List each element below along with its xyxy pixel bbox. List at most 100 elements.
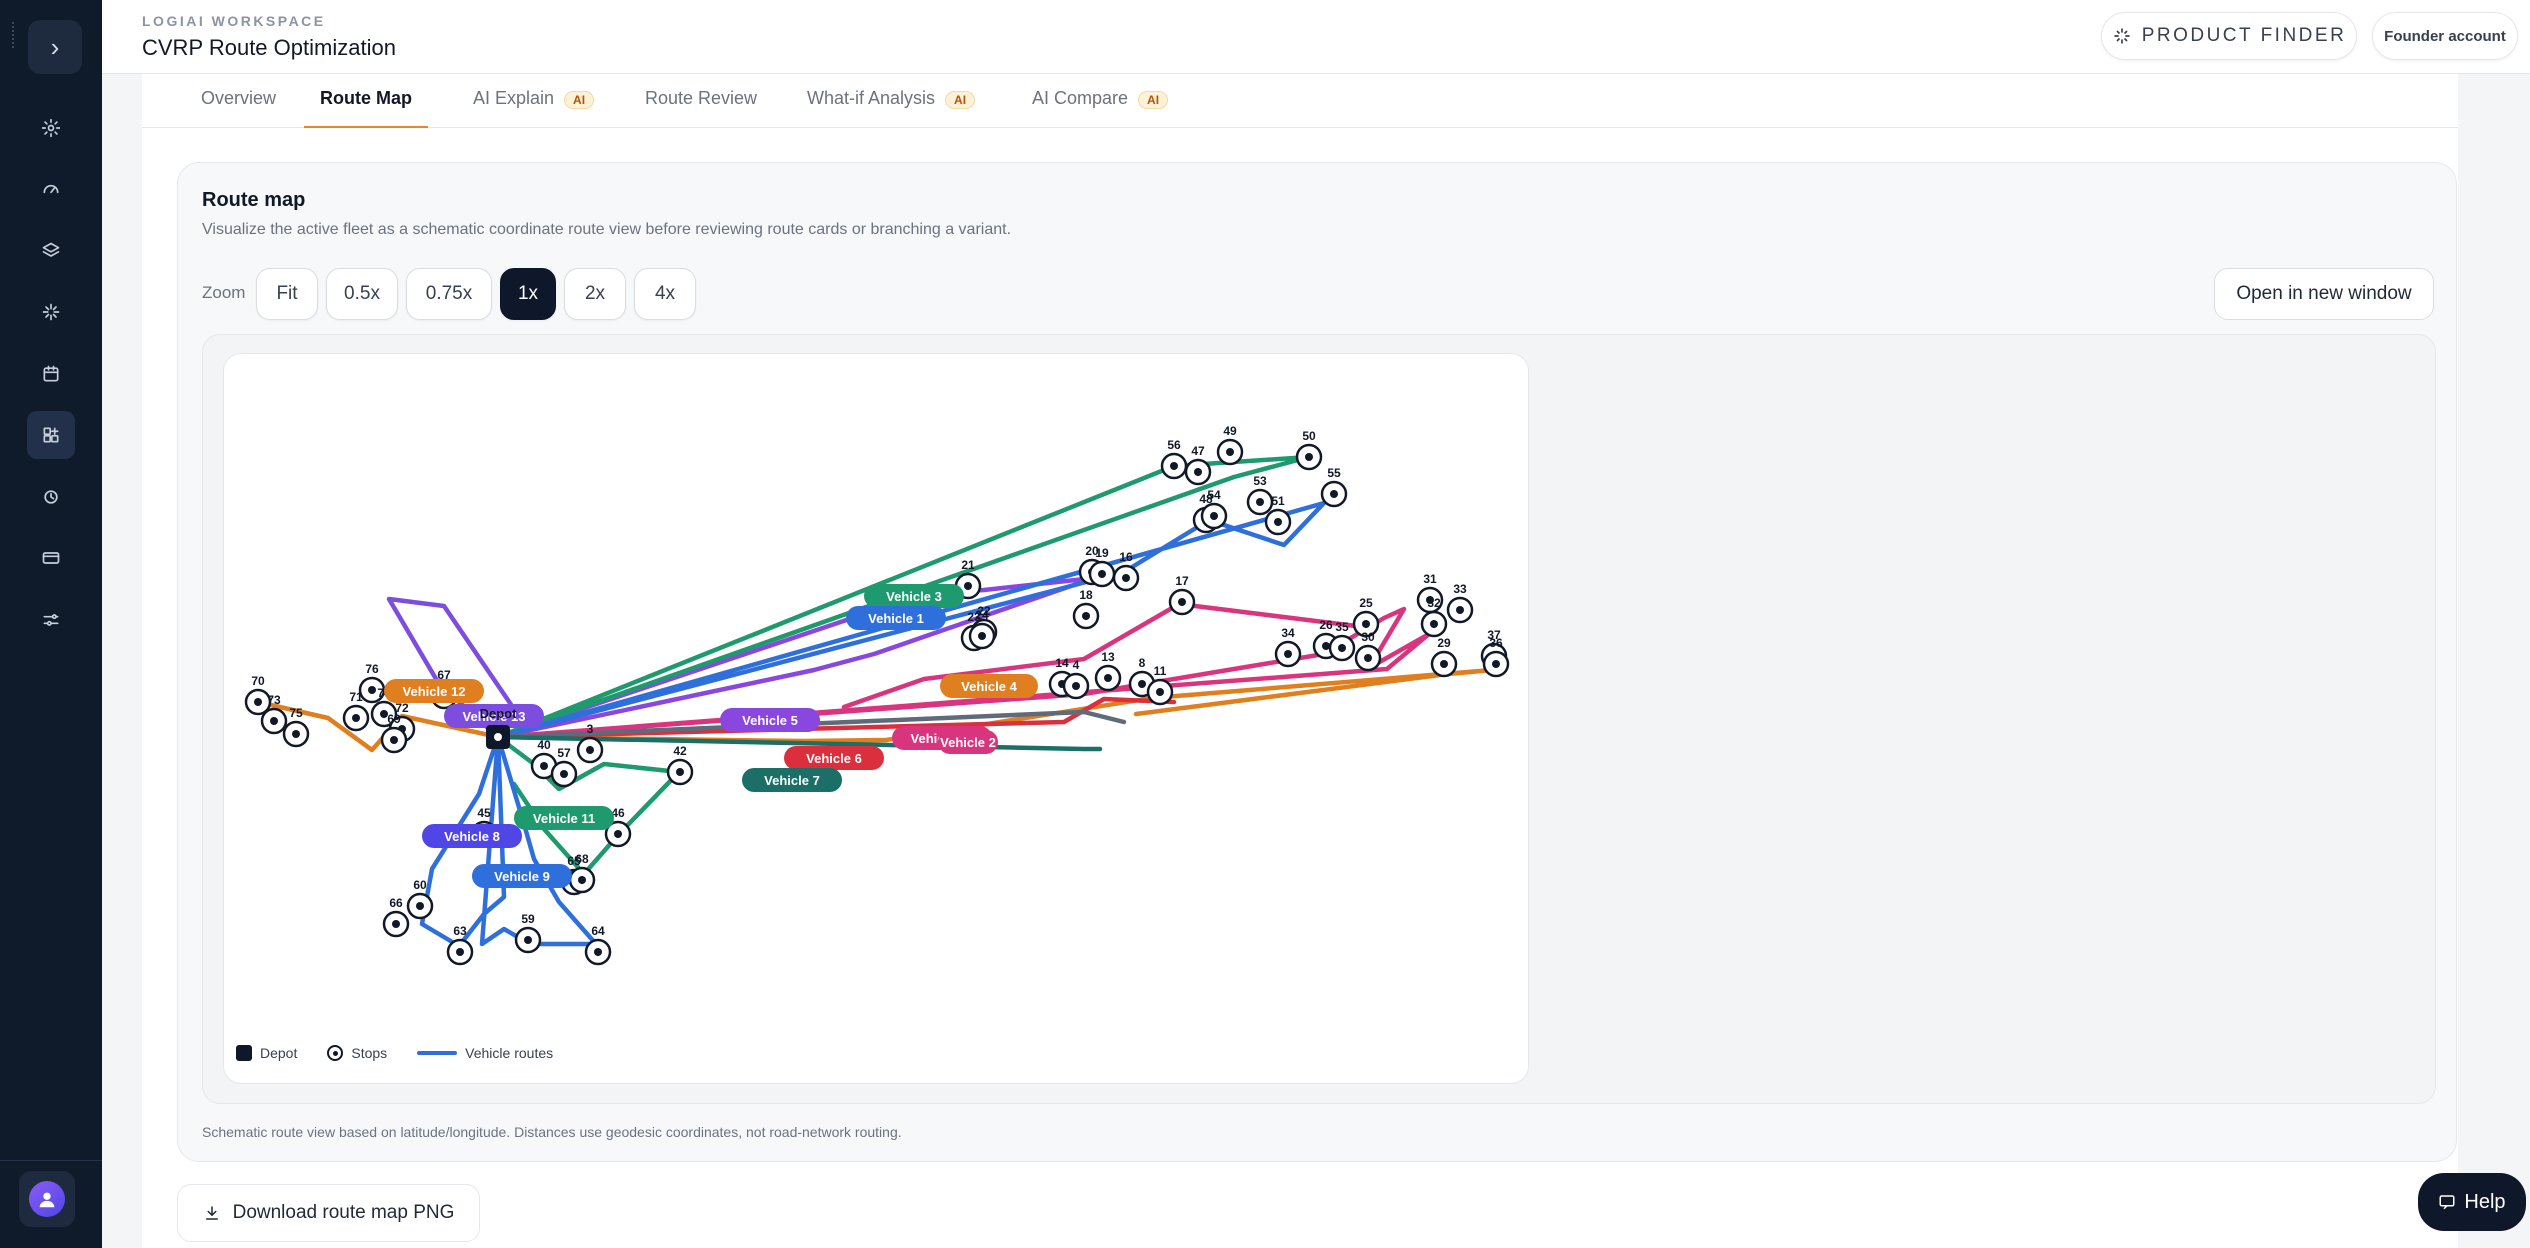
stop-marker-50[interactable]: 50 xyxy=(1295,429,1323,471)
zoom-1x-button[interactable]: 1x xyxy=(500,268,556,320)
stop-label: 26 xyxy=(1319,618,1333,632)
legend-routes-label: Vehicle routes xyxy=(465,1045,554,1061)
zoom-4x-button[interactable]: 4x xyxy=(634,268,696,320)
vehicle-label-11[interactable]: Vehicle 11 xyxy=(514,806,614,830)
stop-marker-30[interactable]: 30 xyxy=(1354,630,1382,672)
stop-marker-53[interactable]: 53 xyxy=(1246,474,1274,516)
stop-marker-18[interactable]: 18 xyxy=(1072,588,1100,630)
stop-label: 63 xyxy=(453,924,467,938)
map-legend: Depot Stops Vehicle routes xyxy=(236,1041,571,1065)
vehicle-label-6[interactable]: Vehicle 5 xyxy=(720,708,820,732)
vehicle-label-12[interactable]: Vehicle 8 xyxy=(422,824,522,848)
nav-settings[interactable] xyxy=(27,104,75,152)
stop-label: 50 xyxy=(1302,429,1316,443)
stop-marker-66[interactable]: 66 xyxy=(382,896,410,938)
stop-label: 42 xyxy=(673,744,687,758)
stop-label: 47 xyxy=(1191,444,1205,458)
nav-dashboard[interactable] xyxy=(27,165,75,213)
legend-depot-label: Depot xyxy=(260,1045,298,1061)
tab-what-if-analysis[interactable]: What-if Analysis AI xyxy=(807,88,976,128)
rail-expand-button[interactable]: › xyxy=(28,20,82,74)
stop-swatch-icon xyxy=(327,1045,344,1061)
help-button[interactable]: Help xyxy=(2418,1173,2526,1231)
download-png-button[interactable]: Download route map PNG xyxy=(177,1184,480,1242)
stop-marker-36[interactable]: 36 xyxy=(1482,636,1510,678)
tab-ai-explain[interactable]: AI Explain AI xyxy=(473,88,595,128)
stop-marker-57[interactable]: 57 xyxy=(550,746,578,788)
nav-layers[interactable] xyxy=(27,227,75,275)
download-label: Download route map PNG xyxy=(232,1202,455,1223)
map-viewport[interactable]: 70 73 75 76 74 72 71 69 67 56 49 47 50 55 53 48 54 51 21 20… xyxy=(202,334,2436,1104)
tab-overview[interactable]: Overview xyxy=(201,88,276,128)
stop-label: 70 xyxy=(251,674,265,688)
svg-text:Vehicle 9: Vehicle 9 xyxy=(494,869,550,884)
stop-label: 3 xyxy=(587,722,594,736)
nav-optimizer[interactable] xyxy=(27,473,75,521)
stop-label: 60 xyxy=(413,878,427,892)
vehicle-label-9[interactable]: Vehicle 6 xyxy=(784,746,884,770)
nav-calendar[interactable] xyxy=(27,350,75,398)
stop-label: 56 xyxy=(1167,438,1181,452)
stop-marker-17[interactable]: 17 xyxy=(1168,574,1196,616)
stop-marker-29[interactable]: 29 xyxy=(1430,636,1458,678)
stop-marker-49[interactable]: 49 xyxy=(1216,424,1244,466)
zoom-2x-button[interactable]: 2x xyxy=(564,268,626,320)
drag-grip-icon[interactable] xyxy=(12,22,15,48)
stop-marker-59[interactable]: 59 xyxy=(514,912,542,954)
zoom-0.5x-button[interactable]: 0.5x xyxy=(326,268,398,320)
stop-marker-47[interactable]: 47 xyxy=(1184,444,1212,486)
stop-marker-63[interactable]: 63 xyxy=(446,924,474,966)
vehicle-label-10[interactable]: Vehicle 7 xyxy=(742,768,842,792)
stop-marker-13[interactable]: 13 xyxy=(1094,650,1122,692)
stop-marker-42[interactable]: 42 xyxy=(666,744,694,786)
open-new-window-button[interactable]: Open in new window xyxy=(2214,268,2434,320)
tab-route-map[interactable]: Route Map xyxy=(304,88,428,128)
stop-label: 8 xyxy=(1139,656,1146,670)
svg-text:Vehicle 2: Vehicle 2 xyxy=(940,735,996,750)
nav-routes[interactable] xyxy=(27,411,75,459)
stop-label: 4 xyxy=(1073,658,1080,672)
stop-label: 69 xyxy=(387,712,401,726)
route-map-svg: 7073757674727169675649475055534854 512120… xyxy=(244,424,1510,966)
chevron-right-icon: › xyxy=(50,31,60,62)
route-map-canvas[interactable]: 70 73 75 76 74 72 71 69 67 56 49 47 50 55 53 48 54 51 21 20… xyxy=(223,353,1529,1084)
vehicle-label-3[interactable]: Vehicle 4 xyxy=(940,674,1038,698)
svg-text:Vehicle 7: Vehicle 7 xyxy=(764,773,820,788)
nav-preferences[interactable] xyxy=(27,596,75,644)
zoom-0.75x-button[interactable]: 0.75x xyxy=(406,268,492,320)
vehicle-label-13[interactable]: Vehicle 9 xyxy=(472,864,572,888)
product-finder-label: PRODUCT FINDER xyxy=(2141,25,2347,46)
stop-marker-64[interactable]: 64 xyxy=(584,924,612,966)
tab-label: Overview xyxy=(201,88,277,108)
user-avatar-button[interactable] xyxy=(19,1171,75,1227)
stop-marker-34[interactable]: 34 xyxy=(1274,626,1302,668)
stop-label: 29 xyxy=(1437,636,1451,650)
nav-ai[interactable] xyxy=(27,288,75,336)
stop-label: 40 xyxy=(537,738,551,752)
stop-label: 57 xyxy=(557,746,571,760)
stop-label: 59 xyxy=(521,912,535,926)
stop-marker-55[interactable]: 55 xyxy=(1320,466,1348,508)
vehicle-label-2[interactable]: Vehicle 1 xyxy=(846,606,946,630)
zoom-fit-button[interactable]: Fit xyxy=(256,268,318,320)
stop-label: 73 xyxy=(267,693,281,707)
tab-route-review[interactable]: Route Review xyxy=(645,88,757,128)
product-finder-button[interactable]: PRODUCT FINDER xyxy=(2101,12,2357,60)
depot-dot xyxy=(494,733,502,741)
user-icon xyxy=(39,1192,55,1208)
stop-marker-56[interactable]: 56 xyxy=(1160,438,1188,480)
chat-icon xyxy=(2439,1195,2455,1210)
vehicle-label-8[interactable]: Vehicle 2 xyxy=(938,730,998,754)
stop-marker-33[interactable]: 33 xyxy=(1446,582,1474,624)
vehicle-label-1[interactable]: Vehicle 3 xyxy=(864,584,964,608)
stop-label: 68 xyxy=(575,852,589,866)
route-swatch-icon xyxy=(417,1051,458,1055)
workspace-eyebrow: LOGIAI WORKSPACE xyxy=(142,13,326,29)
stop-label: 35 xyxy=(1335,620,1349,634)
nav-billing[interactable] xyxy=(27,534,75,582)
account-button[interactable]: Founder account xyxy=(2372,12,2518,60)
depot-swatch-icon xyxy=(236,1045,252,1061)
vehicle-label-5[interactable]: Vehicle 12 xyxy=(384,679,484,703)
stop-marker-11[interactable]: 11 xyxy=(1146,664,1174,706)
tab-ai-compare[interactable]: AI Compare AI xyxy=(1032,88,1169,128)
